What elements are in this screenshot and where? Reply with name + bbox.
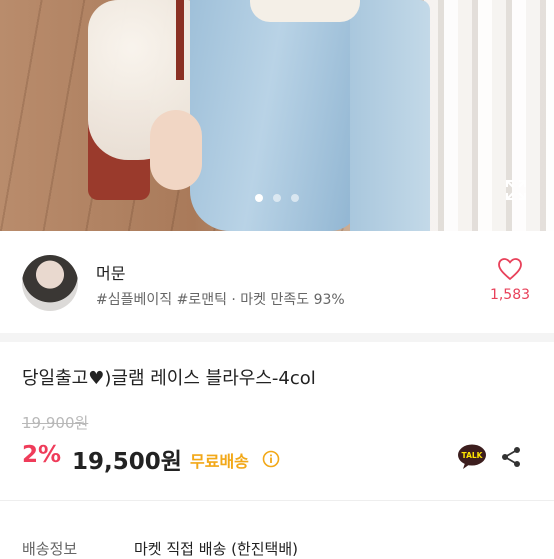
expand-icon[interactable] bbox=[504, 178, 528, 202]
free-shipping-badge: 무료배송 bbox=[190, 452, 249, 471]
section-divider bbox=[0, 333, 554, 342]
bag-strap-image-part bbox=[176, 0, 184, 80]
gallery-pagination bbox=[0, 194, 554, 204]
sale-price: 19,500원 bbox=[72, 449, 182, 475]
seller-tags: #심플베이직 #로맨틱 · 마켓 만족도 93% bbox=[96, 292, 345, 308]
talk-label: TALK bbox=[462, 451, 484, 460]
gallery-dot-2[interactable] bbox=[273, 194, 281, 202]
gallery-dot-1[interactable] bbox=[255, 194, 263, 202]
section-divider-thin bbox=[0, 500, 554, 501]
share-icon[interactable] bbox=[500, 446, 522, 468]
info-icon[interactable] bbox=[262, 450, 280, 468]
like-count: 1,583 bbox=[489, 287, 531, 303]
shipping-info-label: 배송정보 bbox=[22, 540, 78, 558]
shipping-info-value: 마켓 직접 배송 (한진택배) bbox=[134, 540, 299, 558]
seller-name[interactable]: 머문 bbox=[96, 260, 125, 284]
gallery-dot-3[interactable] bbox=[291, 194, 299, 202]
hand-image-part bbox=[150, 110, 202, 190]
seller-info[interactable]: 머문 #심플베이직 #로맨틱 · 마켓 만족도 93% 1,583 bbox=[0, 231, 554, 333]
product-title: 당일출고♥)글램 레이스 블라우스-4col bbox=[22, 368, 316, 389]
seller-avatar[interactable] bbox=[22, 255, 78, 311]
product-image-gallery[interactable] bbox=[0, 0, 554, 231]
heart-icon[interactable] bbox=[497, 257, 523, 281]
blouse-hem-image-part bbox=[250, 0, 360, 22]
kakao-talk-icon[interactable]: TALK bbox=[457, 444, 487, 470]
discount-rate: 2% bbox=[22, 442, 62, 468]
original-price: 19,900원 bbox=[22, 414, 89, 432]
